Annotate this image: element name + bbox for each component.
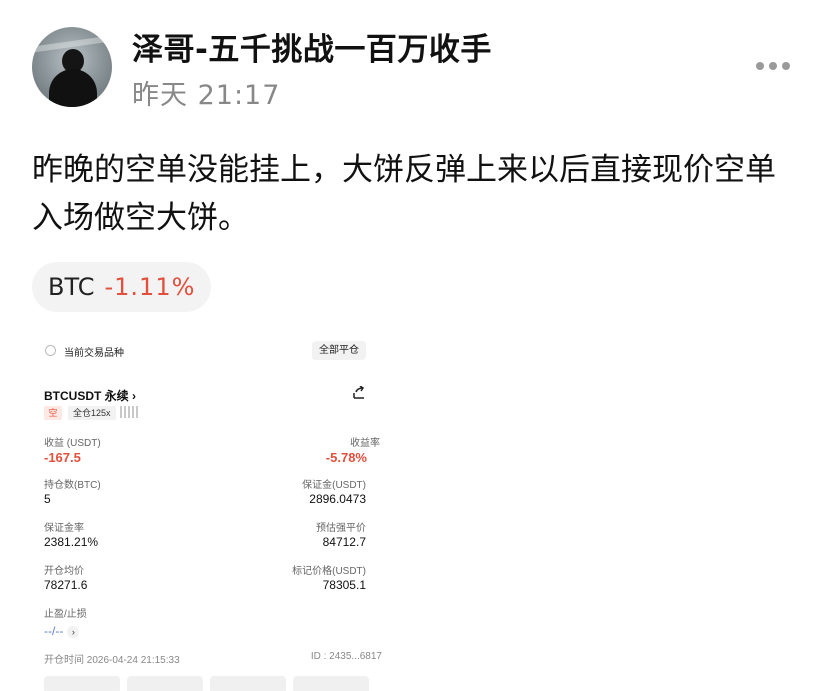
chevron-right-icon: › bbox=[67, 626, 80, 638]
liq-price-value: 84712.7 bbox=[322, 535, 366, 549]
position-screenshot[interactable]: 当前交易品种 全部平仓 BTCUSDT 永续 › 空 全仓125x 收益 (US… bbox=[32, 330, 384, 691]
share-icon bbox=[352, 385, 366, 402]
ticker-change: -1.11% bbox=[104, 273, 196, 301]
post-text: 昨晚的空单没能挂上，大饼反弹上来以后直接现价空单入场做空大饼。 bbox=[32, 152, 776, 236]
author-name[interactable]: 泽哥-五千挑战一百万收手 bbox=[132, 24, 492, 69]
open-time: 开仓时间 2026-04-24 21:15:33 bbox=[44, 655, 180, 666]
avatar[interactable] bbox=[32, 27, 112, 107]
current-pair-label: 当前交易品种 bbox=[64, 348, 124, 359]
ticker-chip[interactable]: BTC -1.11% bbox=[32, 262, 212, 312]
mark-price-value: 78305.1 bbox=[322, 578, 366, 592]
mark-price-label: 标记价格(USDT) bbox=[292, 566, 366, 577]
pnl-label: 收益 (USDT) bbox=[44, 438, 101, 449]
risk-bars-icon bbox=[120, 406, 138, 418]
action-buttons bbox=[44, 676, 369, 691]
pair-name: BTCUSDT 永续 › bbox=[44, 389, 137, 403]
more-options-icon[interactable] bbox=[756, 58, 796, 74]
close-all-button: 全部平仓 bbox=[312, 341, 366, 360]
pnl-value: -167.5 bbox=[44, 450, 81, 465]
margin-ratio-label: 保证金率 bbox=[44, 523, 84, 534]
entry-price-label: 开仓均价 bbox=[44, 566, 84, 577]
entry-price-value: 78271.6 bbox=[44, 578, 88, 592]
current-pair-radio bbox=[45, 345, 56, 356]
margin-label: 保证金(USDT) bbox=[302, 480, 366, 491]
tpsl-value: --/-- › bbox=[44, 624, 80, 638]
ticker-symbol: BTC bbox=[48, 273, 95, 301]
tpsl-label: 止盈/止损 bbox=[44, 609, 87, 620]
post-time: 昨天 21:17 bbox=[132, 80, 281, 111]
roe-value: -5.78% bbox=[325, 450, 367, 465]
size-label: 持仓数(BTC) bbox=[44, 480, 101, 491]
margin-ratio-value: 2381.21% bbox=[44, 535, 99, 549]
liq-price-label: 预估强平价 bbox=[316, 523, 366, 534]
margin-value: 2896.0473 bbox=[309, 492, 366, 506]
chevron-right-icon: › bbox=[132, 389, 137, 403]
side-badge: 空 bbox=[44, 406, 62, 420]
size-value: 5 bbox=[44, 492, 51, 506]
leverage-badge: 全仓125x bbox=[68, 406, 116, 420]
order-id: ID : 2435...6817 bbox=[310, 651, 382, 662]
roe-label: 收益率 bbox=[350, 438, 380, 449]
